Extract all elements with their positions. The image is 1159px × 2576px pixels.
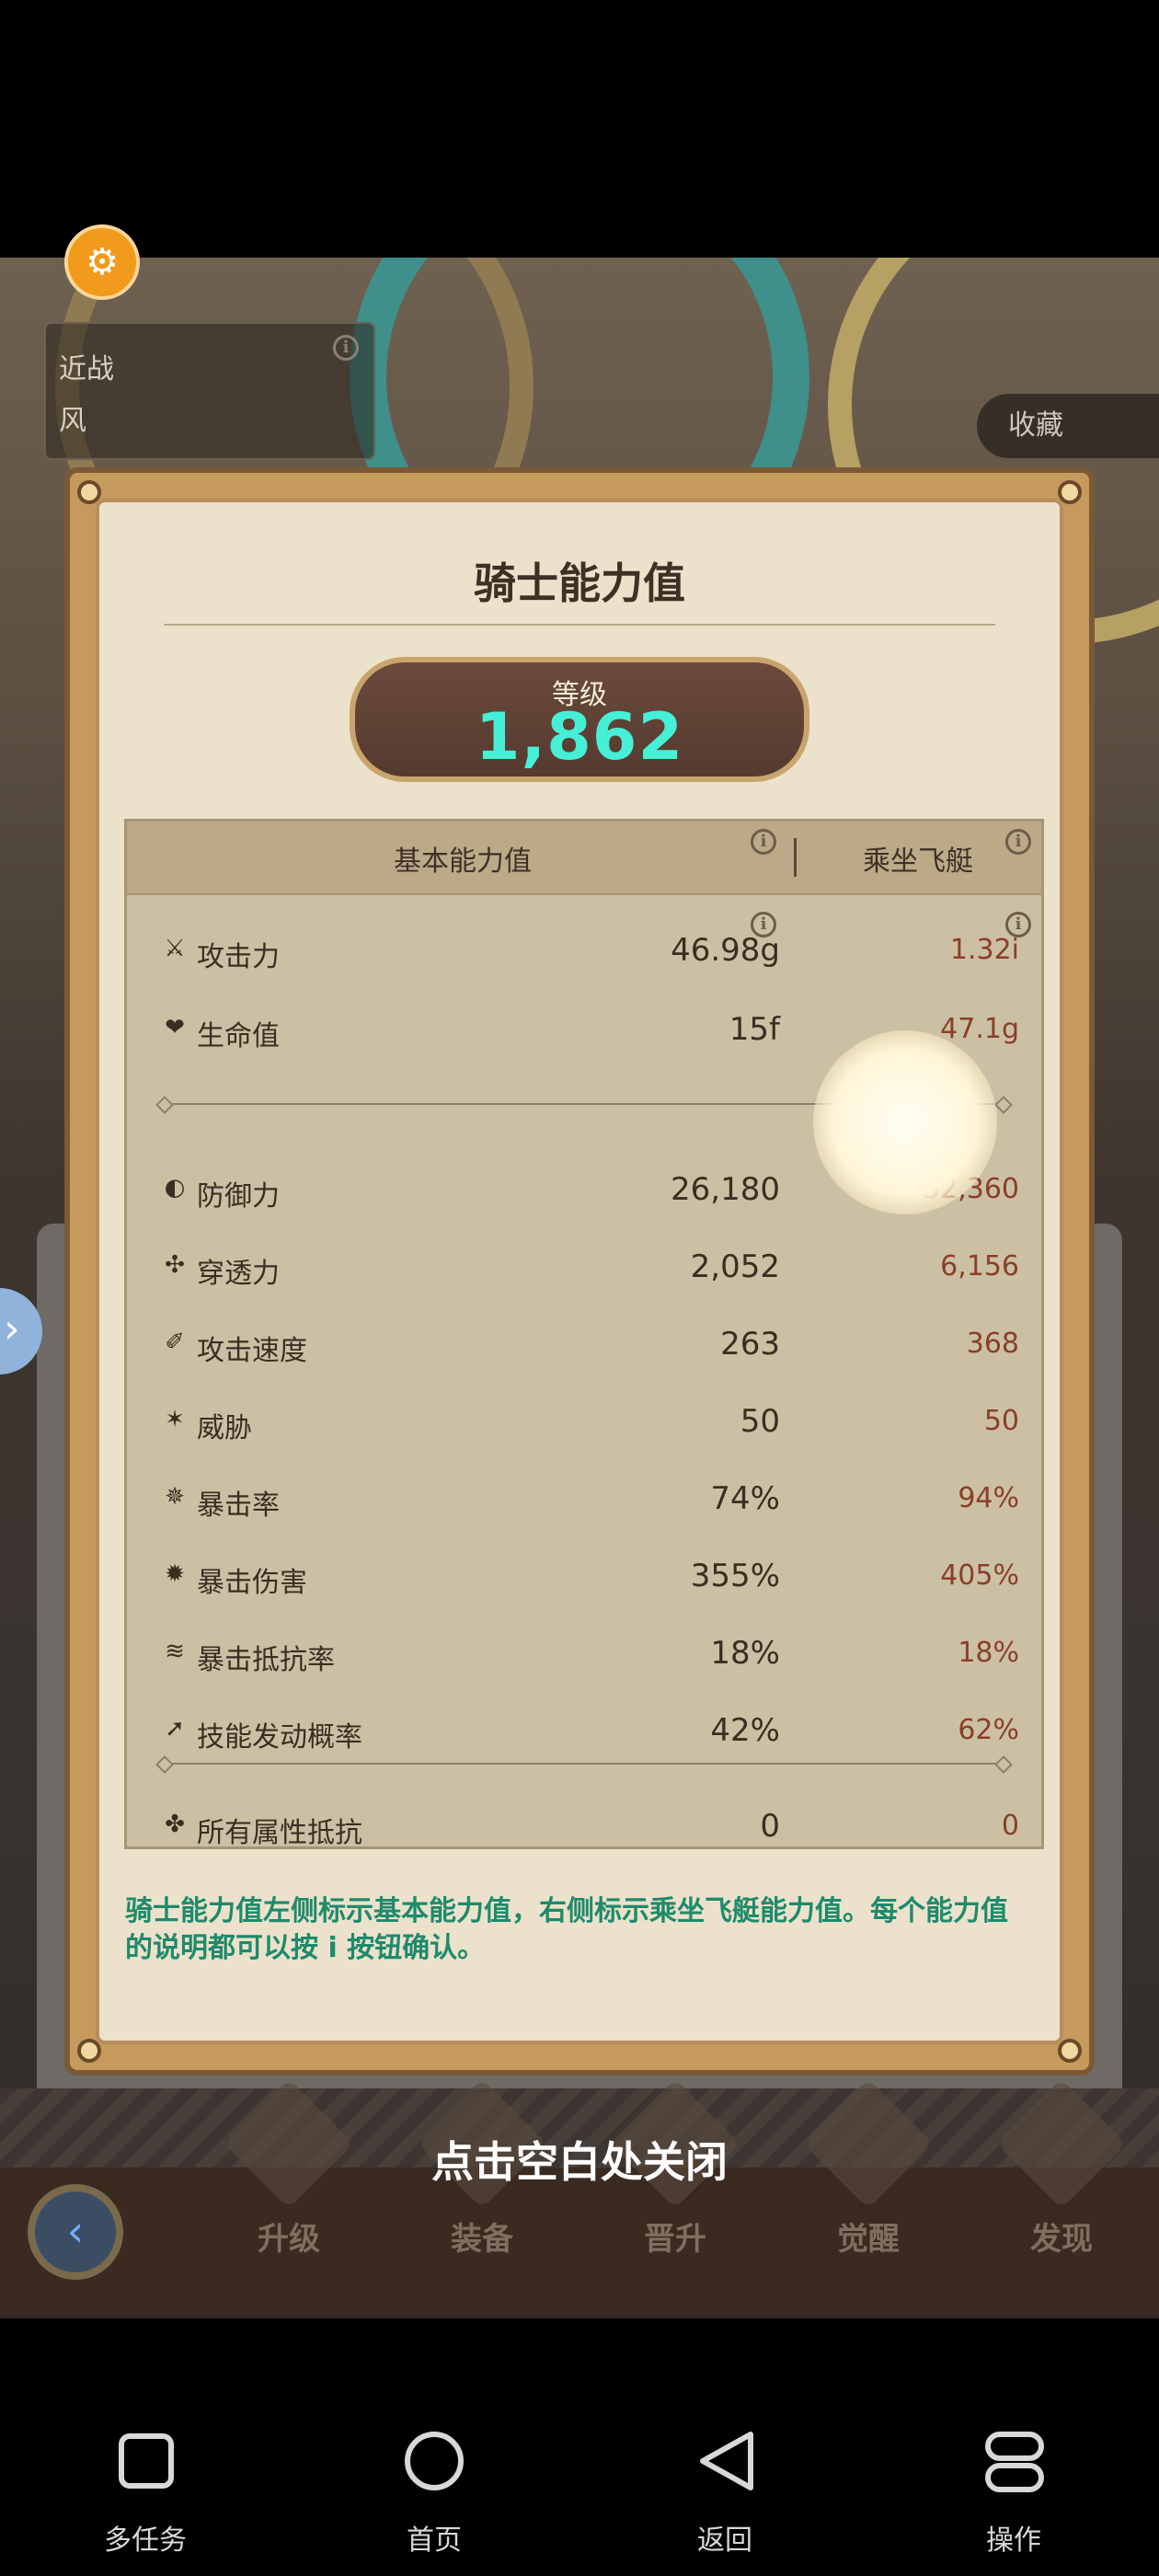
class-panel: 近战 风 i [44,322,375,460]
crit-damage-icon: ✹ [165,1560,185,1588]
table-header: 基本能力值 i 乘坐飞艇 i [127,822,1041,895]
stat-row: ≋ 暴击抵抗率 18% 18% [127,1626,1041,1681]
operations-button[interactable]: 操作 [922,2429,1106,2557]
stat-mount-value: 94% [958,1482,1019,1514]
stat-name: 威胁 [197,1412,252,1444]
stat-basic-value: 26,180 [671,1171,780,1208]
stat-mount-value: 368 [966,1328,1019,1360]
operations-icon [985,2432,1044,2492]
home-icon [405,2432,464,2490]
mount-info-icon[interactable]: i [1005,829,1031,855]
stat-basic-value: 355% [690,1558,780,1594]
basic-stats-header: 基本能力值 [394,845,532,878]
stat-basic-value: 42% [710,1712,780,1749]
level-plate: 等级 1,862 [350,657,809,782]
penetration-icon: ✣ [165,1251,185,1279]
stat-row: ✵ 暴击率 74% 94% [127,1471,1041,1526]
game-tab[interactable]: 装备 [399,2078,565,2282]
system-navigation-bar: 多任务 首页 返回 操作 [0,2318,1159,2576]
stat-name: 攻击速度 [197,1335,307,1367]
level-value: 1,862 [475,699,684,775]
multitask-button[interactable]: 多任务 [53,2429,237,2557]
multitask-label: 多任务 [104,2524,187,2557]
stat-name: 暴击抵抗率 [197,1644,335,1676]
stat-name: 生命值 [197,1020,280,1052]
game-tab-label: 觉醒 [837,2221,900,2258]
stat-row: ⚔ 攻击力 46.98g 1.32i [127,923,1041,978]
all-resist-icon: ✤ [165,1811,185,1838]
multitask-icon [119,2433,174,2489]
stats-table: 基本能力值 i 乘坐飞艇 i i i ⚔ 攻击力 46.98g 1.32i ❤ 生命值 15… [124,819,1044,1849]
stat-name: 攻击力 [197,941,280,973]
stat-name: 穿透力 [197,1258,280,1290]
game-tab[interactable]: 晋升 [592,2078,758,2282]
dialog-title: 骑士能力值 [474,558,685,608]
stat-basic-value: 46.98g [671,932,780,969]
mount-stats-header: 乘坐飞艇 [863,845,973,878]
back-icon [700,2432,753,2490]
threat-icon: ✶ [165,1406,185,1433]
game-tab[interactable]: 升级 [206,2078,372,2282]
stat-basic-value: 74% [710,1480,780,1517]
stat-basic-value: 18% [710,1635,780,1672]
touch-glow [813,1030,997,1214]
defense-icon: ◐ [164,1174,186,1202]
stat-row: ✐ 攻击速度 263 368 [127,1317,1041,1372]
attack-icon: ⚔ [164,935,186,962]
stat-name: 防御力 [197,1180,280,1213]
stat-name: 暴击伤害 [197,1567,307,1599]
attack-speed-icon: ✐ [165,1328,185,1356]
stat-mount-value: 405% [940,1559,1019,1592]
stat-mount-value: 1.32i [949,934,1019,966]
skill-chance-icon: ➚ [165,1715,185,1742]
stat-name: 所有属性抵抗 [197,1817,362,1849]
game-tab-label: 升级 [258,2221,320,2258]
stat-name: 暴击率 [197,1489,280,1522]
back-label: 返回 [697,2524,752,2557]
stat-basic-value: 2,052 [690,1248,780,1285]
game-tab-label: 发现 [1030,2221,1093,2258]
home-label: 首页 [407,2524,462,2557]
stat-row: ✤ 所有属性抵抗 0 0 [127,1799,1041,1849]
stat-basic-value: 50 [740,1403,780,1440]
operations-label: 操作 [986,2524,1041,2557]
stat-row: ✶ 威胁 50 50 [127,1394,1041,1449]
stat-row: ➚ 技能发动概率 42% 62% [127,1703,1041,1758]
health-icon: ❤ [165,1014,185,1041]
stats-dialog: 骑士能力值 等级 1,862 基本能力值 i 乘坐飞艇 i i i ⚔ 攻击力 46… [64,467,1095,2076]
stat-row: ✣ 穿透力 2,052 6,156 [127,1239,1041,1294]
group-separator [164,1763,1004,1765]
stat-mount-value: 0 [1001,1810,1019,1842]
title-divider [164,624,995,626]
class-label: 近战 [59,353,114,385]
network-alert-icon[interactable]: ⚙ [64,224,140,300]
basic-info-icon[interactable]: i [751,829,776,855]
header-divider [794,838,797,877]
dialog-note: 骑士能力值左侧标示基本能力值，右侧标示乘坐飞艇能力值。每个能力值的说明都可以按 … [125,1895,1008,1964]
back-button[interactable]: 返回 [633,2429,817,2557]
stat-row: ✹ 暴击伤害 355% 405% [127,1548,1041,1604]
game-tab[interactable]: 觉醒 [786,2078,951,2282]
stat-basic-value: 15f [729,1011,780,1048]
back-arrow-icon[interactable]: ‹ [28,2184,123,2280]
stat-name: 技能发动概率 [197,1721,362,1754]
stat-mount-value: 18% [958,1637,1019,1669]
stat-mount-value: 50 [983,1405,1019,1437]
stat-basic-value: 263 [720,1326,780,1363]
game-tab-label: 装备 [451,2221,513,2258]
close-hint[interactable]: 点击空白处关闭 [0,2129,1159,2190]
stat-mount-value: 62% [958,1714,1019,1746]
crit-rate-icon: ✵ [165,1483,185,1511]
game-tab[interactable]: 发现 [979,2078,1144,2282]
crit-resist-icon: ≋ [165,1638,185,1665]
stat-basic-value: 0 [760,1808,780,1845]
favorite-button[interactable]: 收藏 [977,394,1159,458]
game-tab-label: 晋升 [644,2221,706,2258]
stat-mount-value: 6,156 [940,1250,1019,1282]
element-label: 风 [59,405,86,437]
home-button[interactable]: 首页 [342,2429,526,2557]
class-info-icon[interactable]: i [333,335,359,361]
